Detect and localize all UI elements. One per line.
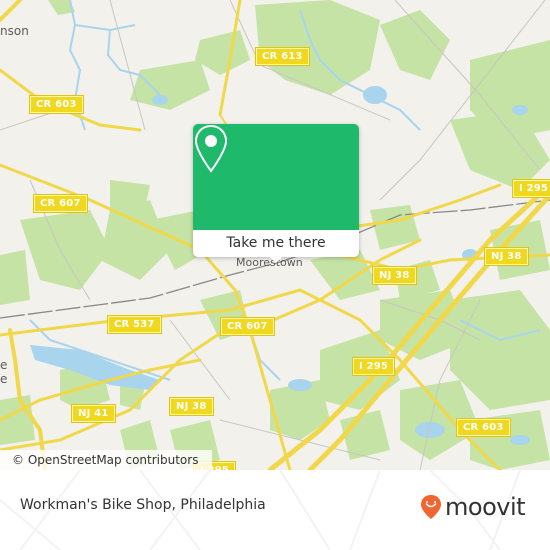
place-label: nson xyxy=(0,24,29,38)
map[interactable]: nson Moorestown e e CR 613 CR 603 CR 607… xyxy=(0,0,550,470)
route-shield-cr-537: CR 537 xyxy=(107,315,162,334)
route-shield-nj-41: NJ 41 xyxy=(71,404,116,423)
brand-name: moovit xyxy=(445,493,526,521)
location-popup: Take me there xyxy=(193,124,359,263)
location-pin-icon xyxy=(194,124,228,173)
place-title: Workman's Bike Shop, Philadelphia xyxy=(20,497,266,513)
route-shield-cr-613: CR 613 xyxy=(255,47,310,66)
moovit-smiley-pin-icon xyxy=(421,495,441,519)
route-shield-nj-38: NJ 38 xyxy=(484,247,529,266)
attribution-text[interactable]: © OpenStreetMap contributors xyxy=(12,453,198,467)
place-label: e xyxy=(0,372,8,386)
popup-pointer xyxy=(269,256,283,263)
place-label: e xyxy=(0,358,8,372)
route-shield-cr-603: CR 603 xyxy=(456,418,511,437)
footer: Workman's Bike Shop, Philadelphia moovit xyxy=(0,470,550,550)
take-me-there-button[interactable]: Take me there xyxy=(193,230,359,257)
route-shield-cr-607: CR 607 xyxy=(33,194,88,213)
route-shield-cr-603: CR 603 xyxy=(29,95,84,114)
map-attribution[interactable]: © OpenStreetMap contributors xyxy=(0,450,213,470)
route-shield-nj-38: NJ 38 xyxy=(169,397,214,416)
route-shield-i-295: I 295 xyxy=(351,357,396,376)
popup-header xyxy=(193,124,359,230)
route-shield-i-295: I 295 xyxy=(511,179,550,198)
route-shield-cr-607: CR 607 xyxy=(220,317,275,336)
moovit-logo[interactable]: moovit xyxy=(420,493,526,521)
route-shield-nj-38: NJ 38 xyxy=(372,266,417,285)
